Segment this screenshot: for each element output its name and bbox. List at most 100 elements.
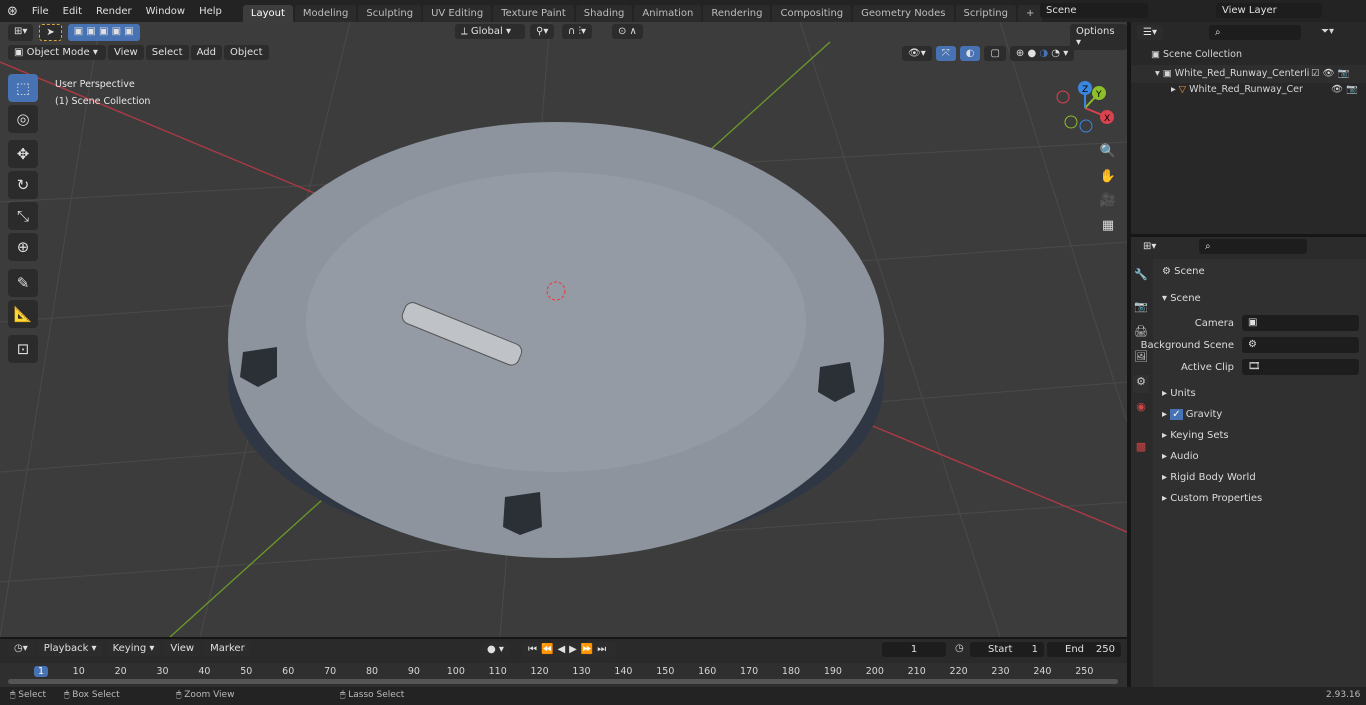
select-box-tool[interactable]: ⬚ — [8, 74, 38, 102]
navigation-gizmo[interactable]: X Y Z — [1055, 80, 1120, 135]
rigid-body-world-label: Rigid Body World — [1170, 472, 1256, 483]
record-button[interactable]: ● ▾ — [481, 642, 510, 657]
box-select-hint: Box Select — [72, 690, 120, 700]
menu-help[interactable]: Help — [192, 6, 229, 17]
menu-marker[interactable]: Marker — [204, 641, 251, 656]
scene-tab-icon[interactable]: ⚙ — [1133, 375, 1149, 393]
current-frame-field[interactable]: 1 — [882, 642, 946, 657]
visibility-dropdown[interactable]: 👁▾ — [902, 46, 932, 61]
world-tab-icon[interactable]: ◉ — [1133, 400, 1149, 418]
timeline-editor-type[interactable]: ◷▾ — [8, 641, 34, 656]
menu-keying[interactable]: Keying ▾ — [106, 641, 161, 656]
scene-panel-header[interactable]: ▾ Scene — [1162, 293, 1201, 304]
properties-editor-type[interactable]: ⊞▾ — [1137, 239, 1163, 254]
pivot-dropdown[interactable]: ⚲▾ — [530, 24, 555, 39]
background-scene-field[interactable]: ⚙ — [1242, 337, 1359, 353]
custom-properties-panel[interactable]: ▸ Custom Properties — [1162, 493, 1262, 504]
tab-uv-editing[interactable]: UV Editing — [423, 4, 492, 22]
units-panel[interactable]: ▸ Units — [1162, 388, 1196, 399]
perspective-grid-icon[interactable]: ▦ — [1097, 215, 1119, 237]
menu-window[interactable]: Window — [139, 6, 192, 17]
tab-texture-paint[interactable]: Texture Paint — [493, 4, 574, 22]
scene-selector[interactable]: Scene — [1040, 3, 1148, 18]
menu-edit[interactable]: Edit — [56, 6, 89, 17]
zoom-view-hint: Zoom View — [184, 690, 235, 700]
texture-tab-icon[interactable]: ▩ — [1133, 440, 1149, 458]
tab-rendering[interactable]: Rendering — [703, 4, 771, 22]
outliner-collection-row[interactable]: ▾ ▣ White_Red_Runway_Centerli ☑ 👁 📷 — [1131, 65, 1366, 83]
menu-view[interactable]: View — [108, 45, 144, 60]
outliner-search[interactable]: ⌕ — [1209, 25, 1301, 40]
menu-render[interactable]: Render — [89, 6, 139, 17]
overlay-toggle[interactable]: ◐ — [959, 46, 981, 61]
orientation-value: Global — [470, 26, 503, 37]
tab-animation[interactable]: Animation — [634, 4, 702, 22]
add-cube-tool[interactable]: ⊡ — [8, 335, 38, 363]
end-frame-field[interactable]: End 250 — [1047, 642, 1121, 657]
start-label: Start — [988, 644, 1013, 655]
xray-toggle[interactable]: ▢ — [984, 46, 1006, 61]
menu-view-timeline[interactable]: View — [164, 641, 201, 656]
options-dropdown[interactable]: Options ▾ — [1070, 24, 1127, 50]
outliner-object-row[interactable]: ▸ ▽ White_Red_Runway_Cer 👁 📷 — [1171, 84, 1358, 95]
frame-tick: 200 — [865, 666, 884, 677]
mode-dropdown[interactable]: ▣ Object Mode ▾ — [8, 45, 106, 60]
shading-modes[interactable]: ⊕ ● ◑ ◔ ▾ — [1009, 46, 1075, 61]
view-layer-tab-icon[interactable]: 🖼 — [1133, 350, 1149, 368]
transform-tool[interactable]: ⊕ — [8, 233, 38, 261]
editor-type-button[interactable]: ⊞▾ — [8, 24, 34, 41]
tab-geometry-nodes[interactable]: Geometry Nodes — [853, 4, 954, 22]
snap-toggle[interactable]: ∩ ⫶▾ — [562, 24, 593, 39]
select-mode-buttons[interactable]: ▣ ▣ ▣ ▣ ▣ — [67, 24, 140, 41]
camera-view-icon[interactable]: 🎥 — [1097, 190, 1119, 212]
menu-file[interactable]: File — [25, 6, 56, 17]
gravity-checkbox[interactable]: ✓ — [1170, 409, 1183, 420]
audio-panel[interactable]: ▸ Audio — [1162, 451, 1199, 462]
menu-add[interactable]: Add — [190, 45, 222, 60]
playback-controls[interactable]: ⏮⏪◀▶⏩⏭ — [522, 642, 617, 657]
view-layer-selector[interactable]: View Layer — [1216, 3, 1322, 18]
frame-tick: 50 — [240, 666, 253, 677]
annotate-tool[interactable]: ✎ — [8, 269, 38, 297]
menu-object[interactable]: Object — [223, 45, 269, 60]
tab-shading[interactable]: Shading — [575, 4, 633, 22]
filter-icon[interactable]: ⏷▾ — [1321, 26, 1334, 37]
blender-logo-icon[interactable]: ⊛ — [0, 4, 25, 19]
gravity-panel[interactable]: ▸ ✓ Gravity — [1162, 409, 1222, 420]
3d-viewport[interactable]: ⊞▾ ➤ ▣ ▣ ▣ ▣ ▣ ⟂ Global ▾ ⚲▾ ∩ ⫶▾ ⊙ ∧ Op… — [0, 22, 1127, 637]
keying-sets-label: Keying Sets — [1170, 430, 1229, 441]
add-workspace-button[interactable]: + — [1017, 4, 1043, 22]
rotate-tool[interactable]: ↻ — [8, 171, 38, 199]
tab-modeling[interactable]: Modeling — [294, 4, 357, 22]
move-tool[interactable]: ✥ — [8, 140, 38, 168]
outliner-scene-collection[interactable]: ▣ Scene Collection — [1151, 49, 1242, 60]
rigid-body-world-panel[interactable]: ▸ Rigid Body World — [1162, 472, 1256, 483]
menu-playback[interactable]: Playback ▾ — [37, 641, 103, 656]
scale-tool[interactable]: ⤡ — [8, 202, 38, 230]
measure-tool[interactable]: 📐 — [8, 300, 38, 328]
tab-layout[interactable]: Layout — [242, 4, 293, 22]
tab-scripting[interactable]: Scripting — [955, 4, 1016, 22]
start-frame-field[interactable]: Start 1 — [970, 642, 1044, 657]
timeline-scrollbar[interactable] — [8, 679, 1118, 684]
proportional-edit-toggle[interactable]: ⊙ ∧ — [612, 24, 643, 39]
keying-sets-panel[interactable]: ▸ Keying Sets — [1162, 430, 1229, 441]
tool-tab-icon[interactable]: 🔧 — [1133, 268, 1149, 286]
transform-orientation-dropdown[interactable]: ⟂ Global ▾ — [455, 24, 525, 39]
cursor-tool[interactable]: ◎ — [8, 105, 38, 133]
properties-search[interactable]: ⌕ — [1199, 239, 1307, 254]
camera-field[interactable]: ▣ — [1242, 315, 1359, 331]
gizmo-toggle[interactable]: ⤧ — [935, 46, 956, 61]
active-clip-field[interactable]: 🎞 — [1242, 359, 1359, 375]
pan-hand-icon[interactable]: ✋ — [1097, 166, 1119, 188]
outliner-editor-type[interactable]: ☰▾ — [1137, 25, 1163, 40]
tab-sculpting[interactable]: Sculpting — [358, 4, 422, 22]
zoom-icon[interactable]: 🔍 — [1097, 141, 1119, 163]
menu-select[interactable]: Select — [145, 45, 189, 60]
lasso-select-hint: Lasso Select — [348, 690, 405, 700]
clock-icon[interactable]: ◷ — [955, 643, 964, 654]
render-tab-icon[interactable]: 📷 — [1133, 300, 1149, 318]
select-tool-button[interactable]: ➤ — [39, 24, 62, 41]
tab-compositing[interactable]: Compositing — [772, 4, 852, 22]
audio-label: Audio — [1170, 451, 1199, 462]
